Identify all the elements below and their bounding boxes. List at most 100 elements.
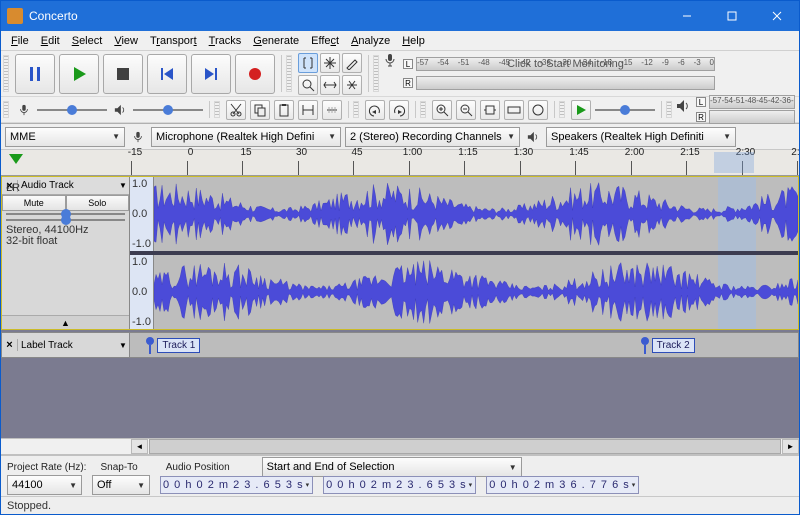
waveform-right[interactable]: 1.00.0-1.0 [130, 255, 798, 329]
mute-button[interactable]: Mute [2, 195, 66, 211]
cut-icon[interactable] [226, 100, 246, 120]
pause-button[interactable] [15, 54, 55, 94]
recording-device-select[interactable]: Microphone (Realtek High Defini▼ [151, 127, 341, 147]
timeshift-tool-icon[interactable] [320, 75, 340, 95]
menu-help[interactable]: Help [396, 33, 431, 49]
track-collapse-button[interactable]: ▲ [2, 315, 129, 329]
play-at-speed-button[interactable] [571, 100, 591, 120]
toolbar-grip[interactable] [353, 101, 359, 118]
fit-project-icon[interactable] [504, 100, 524, 120]
trim-icon[interactable] [298, 100, 318, 120]
multi-tool-icon[interactable] [342, 75, 362, 95]
scroll-right-icon[interactable]: ► [782, 439, 799, 454]
skip-start-button[interactable] [147, 54, 187, 94]
playback-meter[interactable]: L -57-54-51-48-45-42-36-30-24-18-15-12-9… [692, 97, 799, 122]
fit-selection-icon[interactable] [480, 100, 500, 120]
track-close-button[interactable]: × [2, 339, 18, 351]
track-menu-icon[interactable]: ▼ [117, 181, 129, 190]
track-area: × Audio Track ▼ Mute Solo -+ LR Ster [1, 176, 799, 438]
playback-device-select[interactable]: Speakers (Realtek High Definiti▼ [546, 127, 736, 147]
app-icon [7, 8, 23, 24]
selection-mode-select[interactable]: Start and End of Selection▼ [262, 457, 522, 477]
zoom-tool-icon[interactable] [298, 75, 318, 95]
snap-to-select[interactable]: Off▼ [92, 475, 150, 495]
menu-generate[interactable]: Generate [247, 33, 305, 49]
toolbar-grip[interactable] [214, 101, 220, 118]
play-at-speed-toolbar [567, 97, 659, 122]
label-marker[interactable]: Track 1 [143, 336, 200, 354]
skip-end-button[interactable] [191, 54, 231, 94]
snap-to-label: Snap-To [100, 462, 137, 473]
envelope-tool-icon[interactable] [320, 53, 340, 73]
track-control-panel: × Audio Track ▼ Mute Solo -+ LR Ster [2, 177, 130, 329]
play-meter-r[interactable] [709, 110, 795, 124]
microphone-icon [129, 128, 147, 146]
undo-icon[interactable] [365, 100, 385, 120]
toolbar-grip[interactable] [3, 55, 9, 92]
edit-toolbar [222, 97, 346, 122]
record-button[interactable] [235, 54, 275, 94]
selection-tool-icon[interactable] [298, 53, 318, 73]
track-name[interactable]: Label Track [18, 340, 117, 351]
audio-host-select[interactable]: MME▼ [5, 127, 125, 147]
recording-channels-select[interactable]: 2 (Stereo) Recording Channels▼ [345, 127, 520, 147]
toolbar-grip[interactable] [3, 101, 9, 118]
project-rate-select[interactable]: 44100▼ [7, 475, 82, 495]
solo-button[interactable]: Solo [66, 195, 130, 211]
track-menu-icon[interactable]: ▼ [117, 341, 129, 350]
toolbar-grip[interactable] [559, 101, 565, 118]
toolbar-grip[interactable] [666, 101, 672, 118]
menu-tracks[interactable]: Tracks [203, 33, 248, 49]
rec-meter-r[interactable] [416, 76, 715, 90]
menu-effect[interactable]: Effect [305, 33, 345, 49]
horizontal-scrollbar[interactable]: ◄ ► [1, 438, 799, 455]
close-button[interactable] [754, 1, 799, 31]
playback-device-value: Speakers (Realtek High Definiti [551, 131, 704, 143]
selection-toolbar: Project Rate (Hz): Snap-To Audio Positio… [1, 455, 799, 496]
menu-analyze[interactable]: Analyze [345, 33, 396, 49]
toolbar-grip[interactable] [286, 55, 292, 92]
timeline-ruler[interactable]: -1501530451:001:151:301:452:002:152:302:… [1, 150, 799, 176]
recording-meter[interactable]: L Click to Start Monitoring -57-54-51-48… [399, 51, 719, 96]
stop-button[interactable] [103, 54, 143, 94]
minimize-button[interactable] [664, 1, 709, 31]
play-meter-l[interactable]: -57-54-51-48-45-42-36-30-24-18-15-12-9-6… [709, 95, 795, 109]
redo-icon[interactable] [389, 100, 409, 120]
maximize-button[interactable] [709, 1, 754, 31]
menu-view[interactable]: View [108, 33, 144, 49]
draw-tool-icon[interactable] [342, 53, 362, 73]
menu-transport[interactable]: Transport [144, 33, 203, 49]
meter-channel-l: L [403, 59, 413, 69]
paste-icon[interactable] [274, 100, 294, 120]
playhead-icon[interactable] [9, 154, 23, 164]
copy-icon[interactable] [250, 100, 270, 120]
zoom-out-icon[interactable] [456, 100, 476, 120]
silence-icon[interactable] [322, 100, 342, 120]
label-marker[interactable]: Track 2 [638, 336, 695, 354]
menu-edit[interactable]: Edit [35, 33, 66, 49]
project-rate-label: Project Rate (Hz): [7, 462, 86, 473]
playback-volume-slider[interactable] [133, 103, 203, 117]
recording-volume-slider[interactable] [37, 103, 107, 117]
label-area[interactable]: Track 1 Track 2 [130, 333, 798, 357]
selection-start-field[interactable]: 0 0 h 0 2 m 2 3 . 6 5 3 s▾ [323, 476, 476, 494]
menu-file[interactable]: File [5, 33, 35, 49]
track-name[interactable]: Audio Track [18, 180, 117, 191]
zoom-in-icon[interactable] [432, 100, 452, 120]
toolbar-grip[interactable] [420, 101, 426, 118]
recording-channels-value: 2 (Stereo) Recording Channels [350, 131, 502, 143]
speaker-icon [111, 101, 129, 119]
menu-bar: File Edit Select View Transport Tracks G… [1, 31, 799, 51]
audio-position-field[interactable]: 0 0 h 0 2 m 2 3 . 6 5 3 s▾ [160, 476, 313, 494]
playback-speed-slider[interactable] [595, 103, 655, 117]
scrollbar-thumb[interactable] [149, 439, 781, 454]
rec-meter-l[interactable]: Click to Start Monitoring -57-54-51-48-4… [416, 57, 715, 71]
menu-select[interactable]: Select [66, 33, 109, 49]
zoom-toggle-icon[interactable] [528, 100, 548, 120]
scroll-left-icon[interactable]: ◄ [131, 439, 148, 454]
play-button[interactable] [59, 54, 99, 94]
waveform-left[interactable]: 1.00.0-1.0 [130, 177, 798, 251]
toolbar-grip[interactable] [373, 55, 379, 92]
audio-track: × Audio Track ▼ Mute Solo -+ LR Ster [1, 176, 799, 330]
selection-end-field[interactable]: 0 0 h 0 2 m 3 6 . 7 7 6 s▾ [486, 476, 639, 494]
